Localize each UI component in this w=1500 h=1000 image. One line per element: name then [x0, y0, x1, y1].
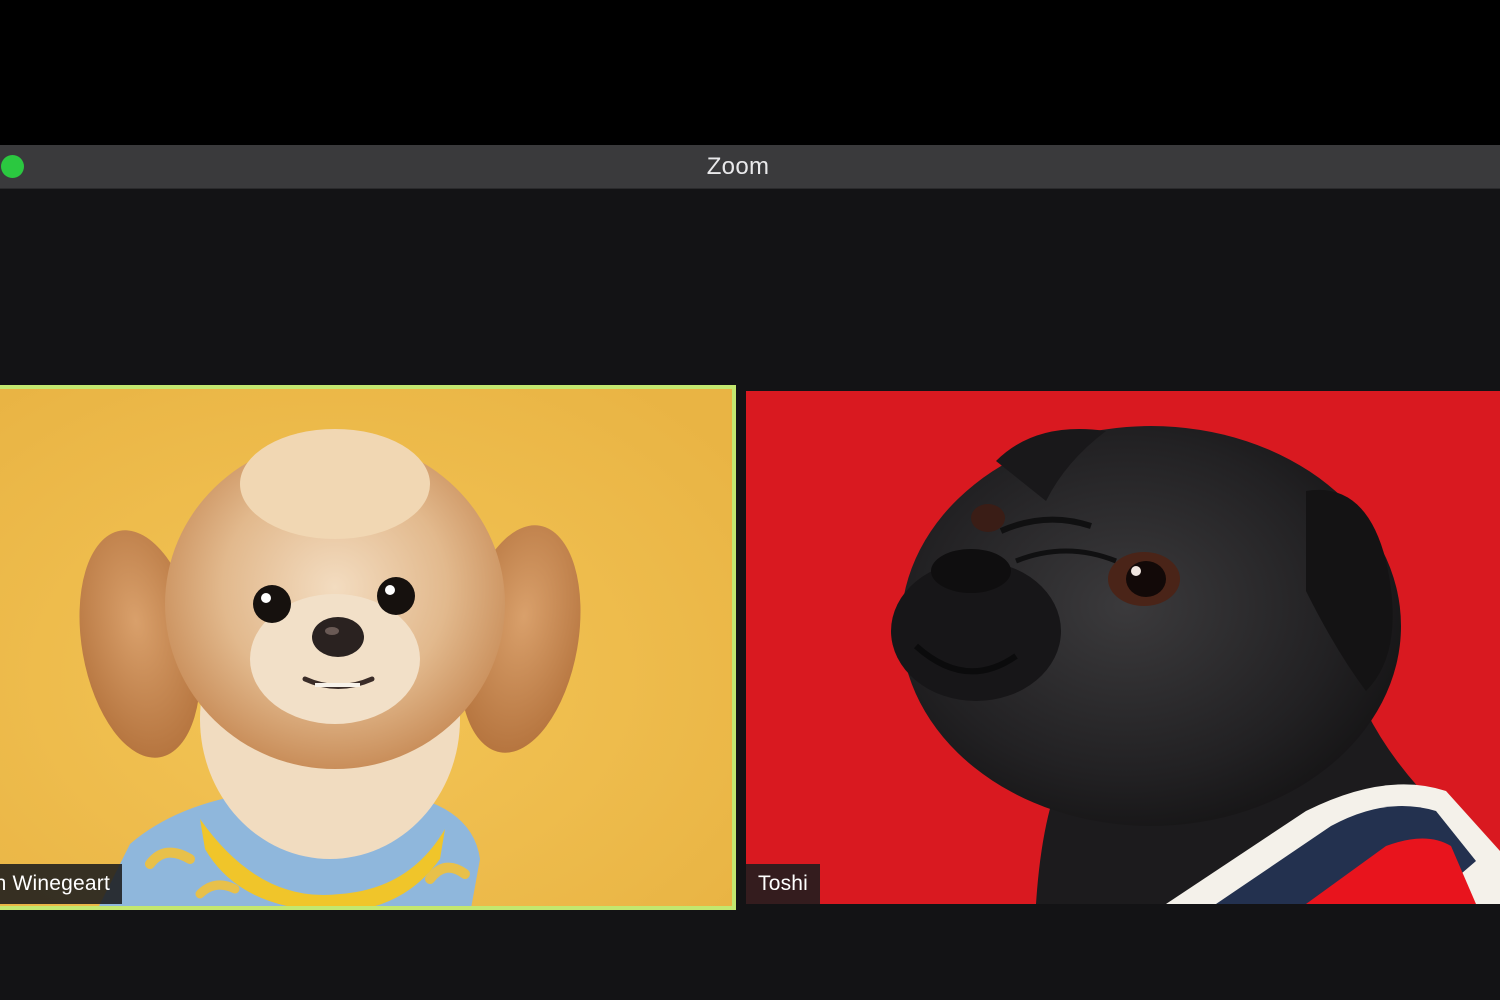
participant-video-pug: [746, 391, 1500, 904]
participant-video-tile[interactable]: [0, 385, 736, 910]
participant-name: Toshi: [758, 872, 809, 895]
participant-name: n Winegeart: [0, 872, 110, 895]
participant-name-label: n Winegeart: [0, 864, 122, 904]
window-title: Zoom: [706, 153, 770, 180]
participant-video-fluffy-dog: [0, 389, 732, 906]
zoom-screen: Zoom n Winegeart Toshi: [0, 0, 1500, 1000]
participant-name-label: Toshi: [746, 864, 821, 904]
participant-video-tile[interactable]: [746, 391, 1500, 904]
